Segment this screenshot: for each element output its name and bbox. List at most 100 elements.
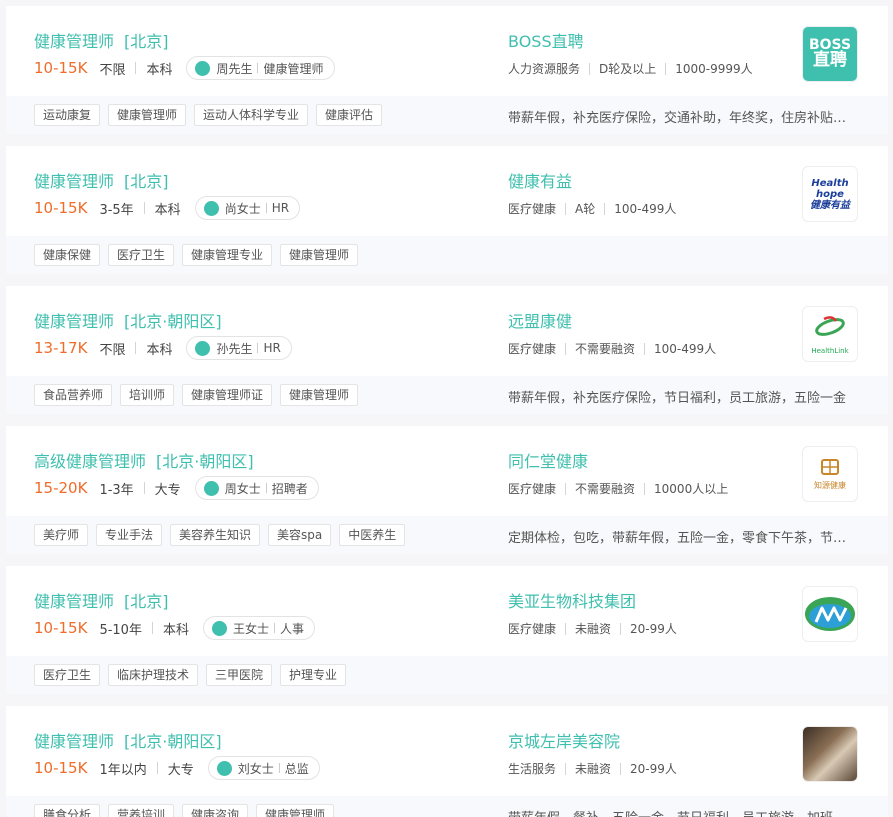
recruiter-title: 人事 [279,621,304,636]
leaf-icon [815,316,845,336]
company-funding: 不需要融资 [575,342,636,356]
recruiter-chat-button[interactable]: 周女士 招聘者 [194,476,319,500]
recruiter-chat-button[interactable]: 尚女士 HR [194,196,301,220]
company-logo[interactable]: HealthLink [802,306,858,362]
chat-bubble-icon [216,756,232,776]
job-card[interactable]: 健康管理师[北京] 10-15K 不限 本科 周先生 健康管理师 BOSS直聘 … [6,6,888,134]
chat-bubble-icon [203,476,219,496]
job-title[interactable]: 健康管理师 [34,172,114,191]
job-education: 本科 [146,62,173,78]
job-info: 10-15K 1年以内 大专 刘女士 总监 [34,756,320,780]
company-industry: 人力资源服务 [508,62,581,76]
company-benefits: 带薪年假，补充医疗保险，节日福利，员工旅游，五险一金 [508,391,847,406]
divider [565,482,567,495]
skill-tag: 培训师 [120,384,175,406]
company-logo[interactable]: 知源健康 [802,446,858,502]
divider [565,622,567,635]
job-card[interactable]: 健康管理师 [北京] 10-15K 5-10年 本科 王女士 人事 美亚生物科技集… [6,566,888,694]
recruiter-title: 招聘者 [271,481,308,496]
job-title-link[interactable]: 高级健康管理师 [北京·朝阳区] [34,448,254,472]
company-name-link[interactable]: 同仁堂健康 [508,448,588,472]
company-name-link[interactable]: 京城左岸美容院 [508,728,620,752]
recruiter-title: HR [271,201,290,215]
divider [143,202,145,214]
job-title-link[interactable]: 健康管理师 [北京·朝阳区] [34,308,222,332]
company-industry: 医疗健康 [508,482,557,496]
company-info: 医疗健康 不需要融资 10000人以上 [508,480,728,497]
job-card[interactable]: 健康管理师 [北京·朝阳区] 10-15K 1年以内 大专 刘女士 总监 京城左岸… [6,706,888,817]
skill-tag: 美疗师 [34,524,89,546]
job-info: 10-15K 不限 本科 周先生 健康管理师 [34,56,335,80]
divider [665,62,667,75]
company-name-link[interactable]: BOSS直聘 [508,28,584,52]
job-list: 健康管理师[北京] 10-15K 不限 本科 周先生 健康管理师 BOSS直聘 … [6,6,888,817]
job-title[interactable]: 健康管理师 [34,732,114,751]
logo-text: HealthLink [811,347,849,355]
job-education: 本科 [162,622,189,638]
company-logo[interactable]: BOSS 直聘 [802,26,858,82]
job-title-link[interactable]: 健康管理师 [北京] [34,28,169,52]
divider [151,622,153,634]
job-salary: 15-20K [34,479,88,497]
job-card[interactable]: 健康管理师 [北京·朝阳区] 13-17K 不限 本科 孙先生 HR 远盟康健 医… [6,286,888,414]
recruiter-chat-button[interactable]: 王女士 人事 [202,616,315,640]
company-size: 1000-9999人 [675,62,753,76]
job-title-link[interactable]: 健康管理师 [北京] [34,168,169,192]
recruiter-name: 刘女士 [237,761,274,776]
divider [156,762,158,774]
recruiter-name: 王女士 [232,621,269,636]
job-title-link[interactable]: 健康管理师 [北京·朝阳区] [34,728,222,752]
company-logo[interactable]: Health hope 健康有益 [802,166,858,222]
company-name-link[interactable]: 远盟康健 [508,308,572,332]
company-logo[interactable] [802,726,858,782]
recruiter-chat-button[interactable]: 孙先生 HR [186,336,292,360]
company-name-link[interactable]: 美亚生物科技集团 [508,588,636,612]
company-info: 医疗健康 不需要融资 100-499人 [508,340,716,357]
skill-tag: 健康管理师证 [182,384,273,406]
divider [589,62,591,75]
company-funding: 不需要融资 [575,482,636,496]
boss-logo-icon: BOSS 直聘 [803,27,857,81]
job-info: 10-15K 3-5年 本科 尚女士 HR [34,196,301,220]
skill-tag: 护理专业 [280,664,347,686]
divider [565,762,567,775]
divider [257,343,259,353]
job-title[interactable]: 健康管理师 [34,32,114,51]
job-salary: 10-15K [34,59,88,77]
job-card[interactable]: 高级健康管理师 [北京·朝阳区] 15-20K 1-3年 大专 周女士 招聘者 同… [6,426,888,554]
company-industry: 医疗健康 [508,342,557,356]
divider [265,203,267,213]
recruiter-title: HR [263,341,281,355]
job-title[interactable]: 健康管理师 [34,592,114,611]
chat-bubble-icon [195,336,211,356]
skill-tag: 美容养生知识 [170,524,261,546]
company-logo[interactable] [802,586,858,642]
company-funding: 未融资 [575,622,612,636]
recruiter-chat-button[interactable]: 周先生 健康管理师 [186,56,335,80]
recruiter-name: 周先生 [216,61,253,76]
company-funding: A轮 [575,202,596,216]
skill-tag: 临床护理技术 [108,664,199,686]
job-title[interactable]: 健康管理师 [34,312,114,331]
job-card[interactable]: 健康管理师 [北京] 10-15K 3-5年 本科 尚女士 HR 健康有益 医疗健… [6,146,888,274]
recruiter-chat-button[interactable]: 刘女士 总监 [207,756,320,780]
job-title-link[interactable]: 健康管理师 [北京] [34,588,169,612]
divider [565,202,567,215]
company-name-link[interactable]: 健康有益 [508,168,572,192]
divider [257,63,259,73]
divider [265,483,267,493]
skill-tag: 健康管理师 [280,384,359,406]
recruiter-name: 尚女士 [224,201,261,216]
recruiter-title: 健康管理师 [263,61,324,76]
skill-tags: 运动康复 健康管理师 运动人体科学专业 健康评估 [34,104,383,126]
chat-bubble-icon [211,616,227,636]
job-experience: 不限 [99,62,126,78]
chat-bubble-icon [203,196,219,216]
company-benefits: 带薪年假，补充医疗保险，交通补助，年终奖，住房补贴，员工旅游 [508,111,853,126]
skill-tag: 健康保健 [34,244,101,266]
job-title[interactable]: 高级健康管理师 [34,452,146,471]
company-funding: D轮及以上 [599,62,657,76]
job-location: [北京] [124,172,169,191]
job-education: 本科 [146,342,173,358]
job-salary: 13-17K [34,339,88,357]
